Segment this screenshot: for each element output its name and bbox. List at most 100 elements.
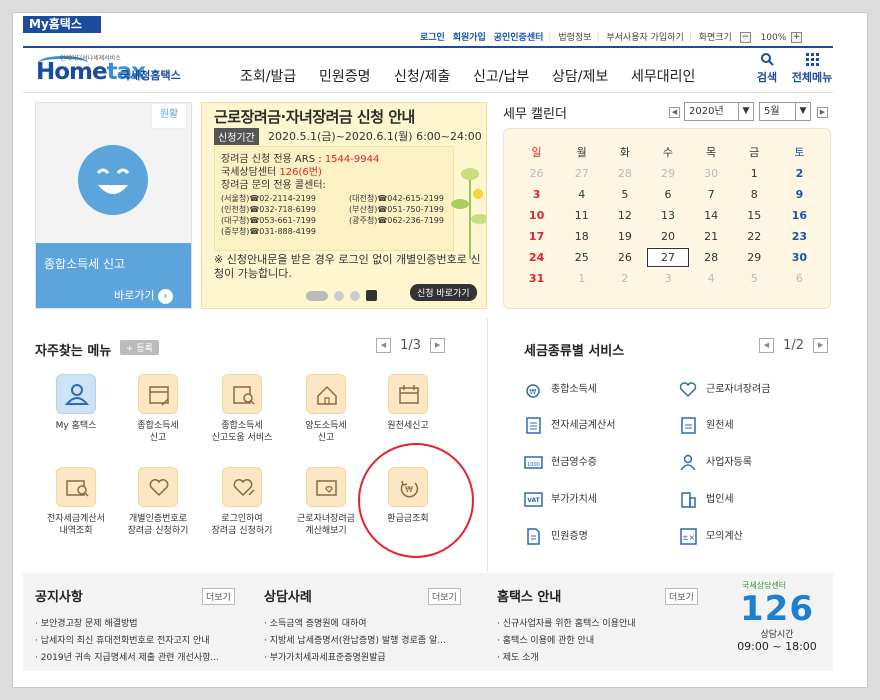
calendar-day[interactable]: 3 bbox=[513, 184, 560, 205]
calendar-day[interactable]: 1 bbox=[733, 163, 776, 184]
calendar-day[interactable]: 29 bbox=[646, 163, 689, 184]
svc-e-invoice[interactable]: 전자세금계산서 bbox=[524, 416, 615, 434]
notice-item[interactable]: · 보안경고창 문제 해결방법 bbox=[35, 616, 138, 629]
calendar-day[interactable]: 22 bbox=[733, 226, 776, 247]
svc-earned-income-incentive[interactable]: 근로자녀장려금 bbox=[679, 380, 770, 398]
carousel-dot[interactable] bbox=[350, 290, 360, 301]
nav-certificates[interactable]: 민원증명 bbox=[319, 66, 371, 86]
calendar-day[interactable]: 11 bbox=[560, 205, 603, 226]
case-item[interactable]: · 소득금액 증명원에 대하여 bbox=[264, 616, 367, 629]
calendar-day[interactable]: 16 bbox=[776, 205, 823, 226]
calendar-day[interactable]: 5 bbox=[733, 268, 776, 289]
next-page-button[interactable]: ▶ bbox=[430, 338, 446, 353]
cases-more-button[interactable]: 더보기 bbox=[428, 588, 461, 605]
calendar-day[interactable]: 25 bbox=[560, 247, 603, 268]
notice-item[interactable]: · 2019년 귀속 지급명세서 제출 관련 개선사항... bbox=[35, 650, 219, 663]
apply-shortcut-button[interactable]: 신청 바로가기 bbox=[410, 284, 477, 301]
calendar-day[interactable]: 4 bbox=[560, 184, 603, 205]
fav-income-tax-filing[interactable]: 종합소득세 신고 bbox=[118, 374, 198, 444]
hometax-logo[interactable]: 언제어디서나세제서비스 Hometax 국세청홈택스 bbox=[36, 53, 196, 88]
calendar-day[interactable]: 28 bbox=[603, 163, 646, 184]
calendar-day[interactable]: 21 bbox=[690, 226, 733, 247]
calendar-day[interactable]: 10 bbox=[513, 205, 560, 226]
fav-income-tax-help[interactable]: 종합소득세 신고도움 서비스 bbox=[202, 374, 282, 444]
case-item[interactable]: · 지방세 납세증명서(완납증명) 발행 경로좀 알... bbox=[264, 633, 446, 646]
income-tax-card[interactable]: 원활 종합소득세 신고 바로가기 › bbox=[35, 102, 192, 309]
fav-my-hometax[interactable]: My 홈택스 bbox=[36, 374, 116, 432]
calendar-day[interactable]: 19 bbox=[603, 226, 646, 247]
fav-incentive-login[interactable]: 로그인하여 장려금 신청하기 bbox=[202, 467, 282, 537]
calendar-day[interactable]: 8 bbox=[733, 184, 776, 205]
calendar-day[interactable]: 12 bbox=[603, 205, 646, 226]
calendar-day[interactable]: 17 bbox=[513, 226, 560, 247]
calendar-prev-year-button[interactable]: ◀ bbox=[669, 107, 680, 118]
calendar-day[interactable]: 29 bbox=[733, 247, 776, 268]
carousel-dot[interactable] bbox=[334, 290, 344, 301]
nav-inquiry[interactable]: 조회/발급 bbox=[240, 66, 296, 86]
calendar-day[interactable]: 3 bbox=[646, 268, 689, 289]
svc-cash-receipt[interactable]: 1000 현금영수증 bbox=[524, 453, 597, 471]
calendar-day[interactable]: 28 bbox=[690, 247, 733, 268]
fav-e-invoice-history[interactable]: 전자세금계산서 내역조회 bbox=[36, 467, 116, 537]
svc-corporate-tax[interactable]: 법인세 bbox=[679, 490, 734, 508]
svc-civil-certificates[interactable]: 민원증명 bbox=[524, 527, 588, 545]
calendar-day[interactable]: 7 bbox=[690, 184, 733, 205]
next-page-button[interactable]: ▶ bbox=[813, 338, 829, 353]
call-center-126[interactable]: 국세상담센터 126 상담시간 09:00 ~ 18:00 bbox=[722, 580, 832, 670]
calendar-day[interactable]: 5 bbox=[603, 184, 646, 205]
calendar-day[interactable]: 23 bbox=[776, 226, 823, 247]
calendar-day[interactable]: 13 bbox=[646, 205, 689, 226]
calendar-next-button[interactable]: ▶ bbox=[817, 107, 828, 118]
calendar-day[interactable]: 1 bbox=[560, 268, 603, 289]
calendar-day[interactable]: 30 bbox=[690, 163, 733, 184]
nav-consult-report[interactable]: 상담/제보 bbox=[552, 66, 608, 86]
card-go-button[interactable]: 바로가기 › bbox=[114, 287, 173, 304]
calendar-day[interactable]: 26 bbox=[513, 163, 560, 184]
my-hometax-tab[interactable]: My홈택스 bbox=[23, 16, 101, 33]
incentive-banner[interactable]: 근로장려금·자녀장려금 신청 안내 신청기간 2020.5.1(금)~2020.… bbox=[201, 102, 487, 309]
svc-business-registration[interactable]: 사업자등록 bbox=[679, 453, 752, 471]
guide-more-button[interactable]: 더보기 bbox=[665, 588, 698, 605]
guide-item[interactable]: · 제도 소개 bbox=[497, 650, 539, 663]
login-link[interactable]: 로그인 bbox=[420, 33, 445, 43]
calendar-day[interactable]: 24 bbox=[513, 247, 560, 268]
all-menu-button[interactable]: 전체메뉴 bbox=[791, 52, 833, 85]
calendar-day[interactable]: 31 bbox=[513, 268, 560, 289]
calendar-day[interactable]: 6 bbox=[646, 184, 689, 205]
law-info-link[interactable]: 법령정보 bbox=[558, 33, 591, 43]
calendar-day[interactable]: 27 bbox=[646, 247, 690, 268]
guide-item[interactable]: · 신규사업자를 위한 홈택스 이용안내 bbox=[497, 616, 636, 629]
search-button[interactable]: 검색 bbox=[752, 52, 782, 85]
nav-application[interactable]: 신청/제출 bbox=[394, 66, 450, 86]
calendar-day[interactable]: 4 bbox=[690, 268, 733, 289]
prev-page-button[interactable]: ◀ bbox=[759, 338, 774, 353]
svc-withholding-tax[interactable]: 원천세 bbox=[679, 416, 734, 434]
month-select[interactable]: 5월 ▼ bbox=[759, 102, 811, 121]
fav-incentive-by-code[interactable]: 개별인증번호로 장려금 신청하기 bbox=[118, 467, 198, 537]
year-select[interactable]: 2020년 ▼ bbox=[684, 102, 754, 121]
svc-simulation[interactable]: ±× 모의계산 bbox=[679, 527, 743, 545]
nav-tax-agent[interactable]: 세무대리인 bbox=[631, 66, 695, 86]
svc-vat[interactable]: VAT 부가가치세 bbox=[524, 490, 597, 508]
carousel-stop-icon[interactable] bbox=[366, 290, 377, 301]
calendar-day[interactable]: 20 bbox=[646, 226, 689, 247]
calendar-day[interactable]: 26 bbox=[603, 247, 646, 268]
cert-center-link[interactable]: 공인인증센터 bbox=[494, 33, 544, 43]
carousel-dot[interactable] bbox=[306, 290, 328, 301]
dept-user-signup-link[interactable]: 부서사용자 가입하기 bbox=[606, 33, 683, 43]
fav-capital-gains-filing[interactable]: 양도소득세 신고 bbox=[286, 374, 366, 444]
register-favorite-button[interactable]: + 등록 bbox=[120, 340, 159, 355]
calendar-day[interactable]: 2 bbox=[603, 268, 646, 289]
fav-withholding-filing[interactable]: 원천세신고 bbox=[368, 374, 448, 432]
guide-item[interactable]: · 홈택스 이용에 관한 안내 bbox=[497, 633, 594, 646]
case-item[interactable]: · 부가가치세과세표준증명원발급 bbox=[264, 650, 386, 663]
svc-income-tax[interactable]: ₩ 종합소득세 bbox=[524, 380, 597, 398]
calendar-day[interactable]: 18 bbox=[560, 226, 603, 247]
nav-filing-payment[interactable]: 신고/납부 bbox=[473, 66, 529, 86]
calendar-day[interactable]: 6 bbox=[776, 268, 823, 289]
calendar-day[interactable]: 27 bbox=[560, 163, 603, 184]
calendar-day[interactable]: 30 bbox=[776, 247, 823, 268]
notices-more-button[interactable]: 더보기 bbox=[202, 588, 235, 605]
zoom-out-button[interactable]: − bbox=[739, 32, 751, 43]
calendar-day[interactable]: 15 bbox=[733, 205, 776, 226]
